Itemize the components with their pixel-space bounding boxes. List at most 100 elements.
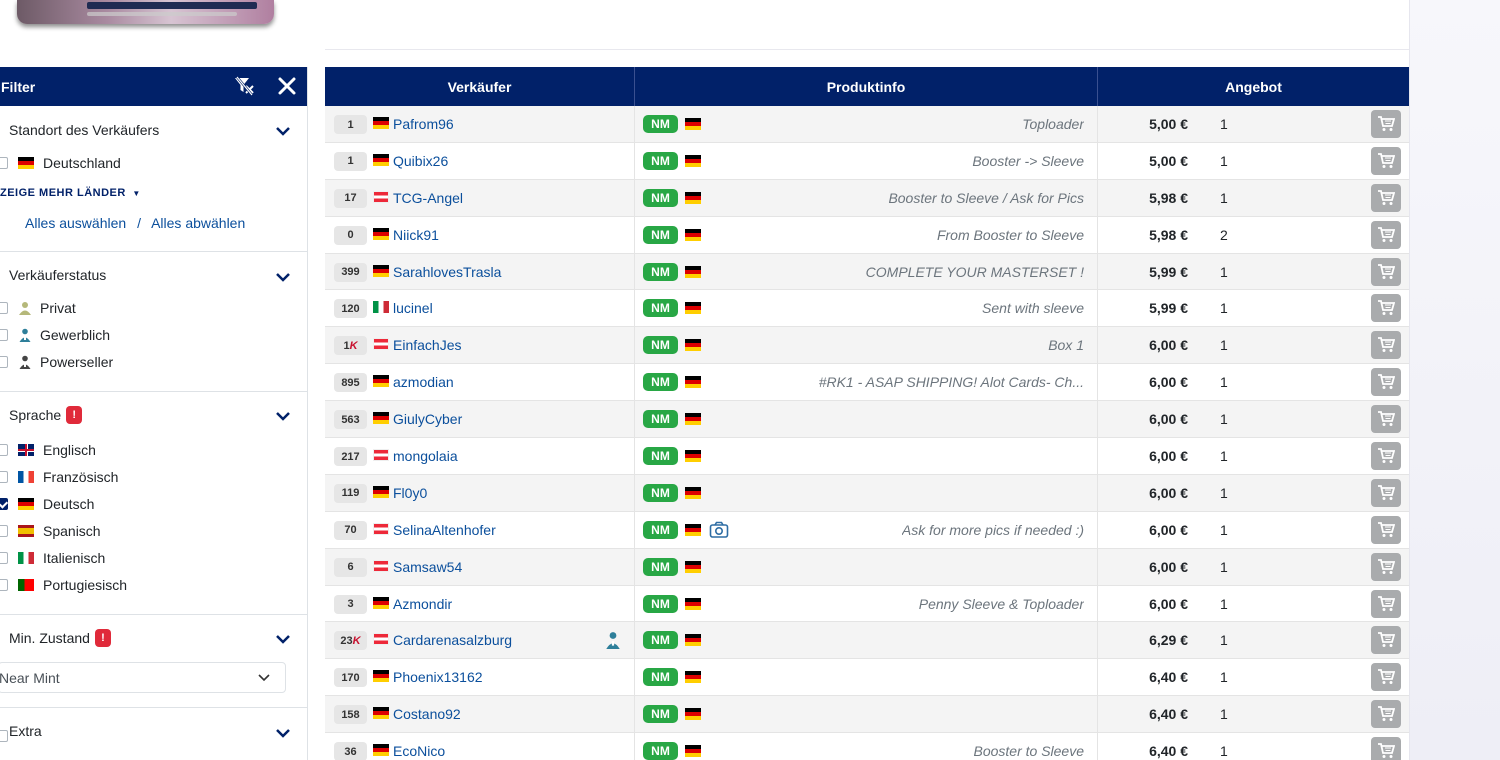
clear-filter-icon[interactable] bbox=[234, 76, 254, 96]
chevron-down-icon[interactable] bbox=[275, 123, 291, 139]
language-checkbox-portugiesisch[interactable] bbox=[0, 579, 8, 591]
condition-badge[interactable]: NM bbox=[643, 631, 678, 650]
seller-name-link[interactable]: SarahlovesTrasla bbox=[393, 264, 501, 280]
min-condition-title[interactable]: Min. Zustand ! bbox=[9, 629, 111, 647]
powerseller-checkbox[interactable] bbox=[0, 356, 8, 368]
camera-icon[interactable] bbox=[709, 521, 729, 539]
seller-name-link[interactable]: SelinaAltenhofer bbox=[393, 522, 496, 538]
offer-cell: 5,99 € 1 bbox=[1098, 254, 1409, 290]
seller-name-link[interactable]: Costano92 bbox=[393, 706, 461, 722]
language-option-deutsch[interactable]: Deutsch bbox=[18, 496, 94, 512]
condition-badge[interactable]: NM bbox=[643, 520, 678, 539]
min-condition-select[interactable]: Near Mint bbox=[0, 662, 286, 693]
add-to-cart-button[interactable] bbox=[1371, 110, 1401, 138]
language-option-portugiesisch[interactable]: Portugiesisch bbox=[18, 577, 127, 593]
add-to-cart-button[interactable] bbox=[1371, 552, 1401, 581]
condition-badge[interactable]: NM bbox=[643, 151, 678, 170]
add-to-cart-button[interactable] bbox=[1371, 368, 1401, 397]
add-to-cart-button[interactable] bbox=[1371, 478, 1401, 507]
seller-name-link[interactable]: EcoNico bbox=[393, 743, 445, 759]
condition-badge[interactable]: NM bbox=[643, 115, 678, 133]
extra-title[interactable]: Extra bbox=[9, 723, 42, 739]
seller-name-link[interactable]: Cardarenasalzburg bbox=[393, 632, 512, 648]
seller-name-link[interactable]: Quibix26 bbox=[393, 153, 448, 169]
add-to-cart-button[interactable] bbox=[1371, 442, 1401, 471]
location-title[interactable]: Standort des Verkäufers bbox=[9, 122, 159, 138]
add-to-cart-button[interactable] bbox=[1371, 146, 1401, 175]
seller-name-link[interactable]: Pafrom96 bbox=[393, 116, 454, 132]
language-title[interactable]: Sprache ! bbox=[9, 406, 83, 424]
condition-badge[interactable]: NM bbox=[643, 447, 678, 466]
add-to-cart-button[interactable] bbox=[1371, 589, 1401, 618]
language-option-englisch[interactable]: Englisch bbox=[18, 442, 96, 458]
language-checkbox-italienisch[interactable] bbox=[0, 552, 8, 564]
add-to-cart-button[interactable] bbox=[1371, 294, 1401, 323]
seller-name-link[interactable]: Samsaw54 bbox=[393, 559, 462, 575]
condition-badge[interactable]: NM bbox=[643, 705, 678, 724]
add-to-cart-button[interactable] bbox=[1371, 700, 1401, 729]
seller-name-link[interactable]: Azmondir bbox=[393, 596, 452, 612]
condition-badge[interactable]: NM bbox=[643, 225, 678, 244]
seller-name-link[interactable]: EinfachJes bbox=[393, 337, 461, 353]
status-option-privat[interactable]: Privat bbox=[18, 300, 76, 316]
gewerblich-checkbox[interactable] bbox=[0, 329, 8, 341]
close-icon[interactable] bbox=[277, 76, 297, 96]
add-to-cart-button[interactable] bbox=[1371, 663, 1401, 692]
add-to-cart-button[interactable] bbox=[1371, 257, 1401, 286]
condition-badge[interactable]: NM bbox=[643, 373, 678, 392]
extra-checkbox[interactable] bbox=[0, 730, 8, 742]
language-option-franzosisch[interactable]: Französisch bbox=[18, 469, 118, 485]
condition-badge[interactable]: NM bbox=[643, 742, 678, 760]
condition-badge[interactable]: NM bbox=[643, 262, 678, 281]
add-to-cart-button[interactable] bbox=[1371, 220, 1401, 249]
seller-name-link[interactable]: Phoenix13162 bbox=[393, 669, 483, 685]
condition-badge[interactable]: NM bbox=[643, 299, 678, 318]
seller-name-link[interactable]: Niick91 bbox=[393, 227, 439, 243]
add-to-cart-button[interactable] bbox=[1371, 183, 1401, 212]
seller-name-link[interactable]: mongolaia bbox=[393, 448, 458, 464]
chevron-down-icon[interactable] bbox=[275, 269, 291, 285]
condition-badge[interactable]: NM bbox=[643, 410, 678, 429]
show-more-countries-link[interactable]: ZEIGE MEHR LÄNDER ▼ bbox=[0, 187, 141, 199]
add-to-cart-button[interactable] bbox=[1371, 626, 1401, 655]
seller-status-title[interactable]: Verkäuferstatus bbox=[9, 267, 106, 283]
deselect-all-link[interactable]: Alles abwählen bbox=[151, 215, 245, 231]
seller-name-link[interactable]: TCG-Angel bbox=[393, 190, 463, 206]
add-to-cart-button[interactable] bbox=[1371, 515, 1401, 544]
column-header-product-info[interactable]: Produktinfo bbox=[635, 67, 1098, 106]
country-checkbox[interactable] bbox=[0, 157, 8, 169]
language-checkbox-englisch[interactable] bbox=[0, 444, 8, 456]
status-option-gewerblich[interactable]: Gewerblich bbox=[18, 327, 110, 343]
language-option-spanisch[interactable]: Spanisch bbox=[18, 523, 101, 539]
language-checkbox-franzosisch[interactable] bbox=[0, 471, 8, 483]
privat-checkbox[interactable] bbox=[0, 302, 8, 314]
chevron-down-icon[interactable] bbox=[275, 408, 291, 424]
add-to-cart-button[interactable] bbox=[1371, 737, 1401, 760]
add-to-cart-button[interactable] bbox=[1371, 405, 1401, 434]
country-option[interactable]: Deutschland bbox=[18, 155, 121, 171]
status-option-powerseller[interactable]: Powerseller bbox=[18, 354, 113, 370]
condition-badge[interactable]: NM bbox=[643, 668, 678, 687]
card-image-thumbnail[interactable] bbox=[17, 0, 274, 24]
column-header-offer[interactable]: Angebot bbox=[1098, 67, 1409, 106]
language-checkbox-deutsch[interactable] bbox=[0, 498, 8, 510]
add-to-cart-button[interactable] bbox=[1371, 331, 1401, 360]
sales-thousand-suffix: K bbox=[352, 634, 361, 647]
condition-badge[interactable]: NM bbox=[643, 557, 678, 576]
chevron-down-icon bbox=[258, 674, 270, 682]
seller-name-link[interactable]: Fl0y0 bbox=[393, 485, 427, 501]
language-checkbox-spanisch[interactable] bbox=[0, 525, 8, 537]
language-option-italienisch[interactable]: Italienisch bbox=[18, 550, 105, 566]
seller-name-link[interactable]: GiulyCyber bbox=[393, 411, 462, 427]
seller-name-link[interactable]: azmodian bbox=[393, 374, 454, 390]
column-header-seller[interactable]: Verkäufer bbox=[325, 67, 635, 106]
select-all-link[interactable]: Alles auswählen bbox=[25, 215, 126, 231]
chevron-down-icon[interactable] bbox=[275, 725, 291, 741]
condition-badge[interactable]: NM bbox=[643, 594, 678, 613]
condition-badge[interactable]: NM bbox=[643, 483, 678, 502]
card-language-flag-icon bbox=[685, 118, 701, 130]
seller-name-link[interactable]: lucinel bbox=[393, 300, 433, 316]
chevron-down-icon[interactable] bbox=[275, 631, 291, 647]
condition-badge[interactable]: NM bbox=[643, 188, 678, 207]
condition-badge[interactable]: NM bbox=[643, 336, 678, 355]
